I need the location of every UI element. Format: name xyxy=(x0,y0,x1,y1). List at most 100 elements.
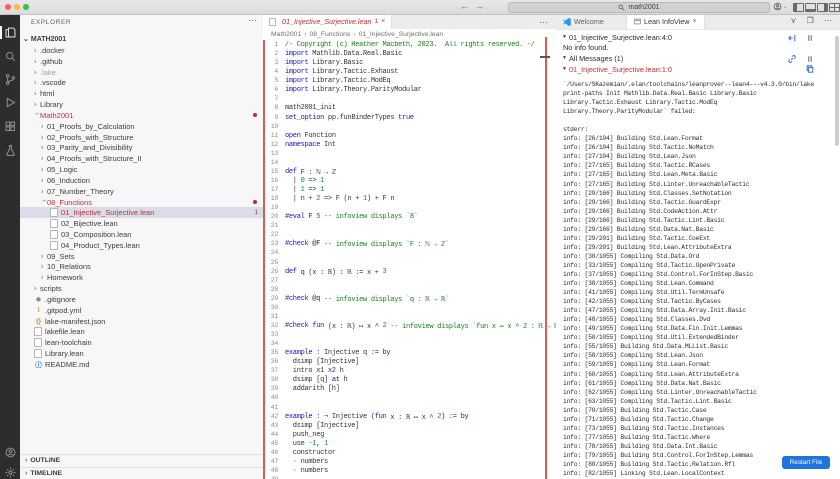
code-line[interactable]: 4import Library.Tactic.Exhaust xyxy=(263,68,556,77)
code-line[interactable]: 45 use -1, 1 xyxy=(263,440,556,449)
infoview-section-header[interactable]: ▼01_Injective_Surjective.lean:4:0 xyxy=(556,32,840,43)
code-line[interactable]: 46 constructor xyxy=(263,449,556,458)
code-line[interactable]: 31 xyxy=(263,313,556,322)
breadcrumb-item[interactable]: 01_Injective_Surjective.lean xyxy=(359,31,444,38)
maximize-window-button[interactable] xyxy=(23,4,29,10)
tree-folder-scripts[interactable]: ›scripts xyxy=(20,283,263,294)
restart-file-button[interactable]: Restart File xyxy=(782,456,830,469)
code-line[interactable]: 25 xyxy=(263,259,556,268)
code-line[interactable]: 16 | 0 => 1 xyxy=(263,177,556,186)
tree-file-lean-toolchain[interactable]: lean-toolchain xyxy=(20,337,263,348)
infoview-section-header[interactable]: ▼01_Injective_Surjective.lean:1:0 xyxy=(556,64,840,75)
code-line[interactable]: 35example : Injective q := by xyxy=(263,349,556,358)
code-line[interactable]: 33 xyxy=(263,331,556,340)
search-icon[interactable] xyxy=(4,50,17,63)
toggle-primary-sidebar-icon[interactable] xyxy=(793,3,804,12)
code-line[interactable]: 23#check @F -- infoview displays `F : ℕ … xyxy=(263,240,556,249)
code-line[interactable]: 36 dsimp [Injective] xyxy=(263,358,556,367)
code-line[interactable]: 21 xyxy=(263,222,556,231)
tree-file-04_product_types.lean[interactable]: 04_Product_Types.lean xyxy=(20,240,263,251)
tab-welcome[interactable]: Welcome xyxy=(556,14,611,29)
code-line[interactable]: 18 | n + 2 => F (n + 1) + F n xyxy=(263,195,556,204)
code-line[interactable]: 7 xyxy=(263,95,556,104)
code-line[interactable]: 6import Library.Theory.ParityModular xyxy=(263,86,556,95)
code-line[interactable]: 10 xyxy=(263,123,556,132)
copy-icon[interactable] xyxy=(806,65,814,73)
breadcrumb[interactable]: Math2001›08_Functions›01_Injective_Surje… xyxy=(263,29,557,40)
explorer-more-actions-icon[interactable]: ··· xyxy=(248,15,257,25)
code-line[interactable]: 1/- Copyright (c) Heather Macbeth, 2023.… xyxy=(263,41,556,50)
tree-folder-.lake[interactable]: ›.lake xyxy=(20,67,263,78)
tab-injective-surjective[interactable]: 01_Injective_Surjective.lean 1 × xyxy=(263,14,392,29)
tree-file-.gitpod.yml[interactable]: !.gitpod.yml xyxy=(20,305,263,316)
code-line[interactable]: 22 xyxy=(263,231,556,240)
code-line[interactable]: 8math2001_init xyxy=(263,104,556,113)
account-icon[interactable] xyxy=(4,446,17,459)
tree-folder-.docker[interactable]: ›.docker xyxy=(20,45,263,56)
tree-folder-05_logic[interactable]: ›05_Logic xyxy=(20,164,263,175)
command-center-search[interactable]: math2001 xyxy=(508,2,770,13)
tree-folder-01_proofs_by_calculation[interactable]: ›01_Proofs_by_Calculation xyxy=(20,121,263,132)
code-line[interactable]: 20#eval F 5 -- infoview displays `8` xyxy=(263,213,556,222)
code-line[interactable]: 39 addarith [h] xyxy=(263,385,556,394)
code-line[interactable]: 3import Library.Basic xyxy=(263,59,556,68)
tree-folder-10_relations[interactable]: ›10_Relations xyxy=(20,262,263,273)
editor-more-actions-icon[interactable]: ··· xyxy=(539,17,548,27)
close-window-button[interactable] xyxy=(5,4,11,10)
tree-folder-.vscode[interactable]: ›.vscode xyxy=(20,77,263,88)
infoview-section-header[interactable]: ▼All Messages (1) xyxy=(556,53,840,64)
toggle-panel-icon[interactable] xyxy=(805,3,816,12)
code-line[interactable]: 38 dsimp [q] at h xyxy=(263,376,556,385)
pause-icon[interactable] xyxy=(806,55,814,63)
code-line[interactable]: 2import Mathlib.Data.Real.Basic xyxy=(263,50,556,59)
tree-folder-06_induction[interactable]: ›06_Induction xyxy=(20,175,263,186)
tree-file-02_bijective.lean[interactable]: 02_Bijective.lean xyxy=(20,218,263,229)
code-line[interactable]: 41 xyxy=(263,404,556,413)
code-line[interactable]: 32#check fun (x : ℝ) ↦ x ^ 2 -- infoview… xyxy=(263,322,556,331)
run-and-debug-icon[interactable] xyxy=(4,96,17,109)
accounts-icon[interactable]: ⌄ xyxy=(773,2,787,11)
panel-scrollbar[interactable] xyxy=(835,36,839,146)
code-line[interactable]: 34 xyxy=(263,340,556,349)
tree-folder-library[interactable]: ›Library xyxy=(20,99,263,110)
code-line[interactable]: 13 xyxy=(263,150,556,159)
tree-file-readme.md[interactable]: ⓘREADME.md xyxy=(20,359,263,370)
pause-icon[interactable] xyxy=(806,34,814,42)
tree-folder-09_sets[interactable]: ›09_Sets xyxy=(20,251,263,262)
breadcrumb-item[interactable]: 08_Functions xyxy=(310,31,351,38)
customize-layout-icon[interactable] xyxy=(829,3,840,12)
settings-gear-icon[interactable] xyxy=(4,466,17,479)
minimize-window-button[interactable] xyxy=(14,4,20,10)
tree-file-03_composition.lean[interactable]: 03_Composition.lean xyxy=(20,229,263,240)
tree-folder-02_proofs_with_structure[interactable]: ›02_Proofs_with_Structure xyxy=(20,132,263,143)
explorer-icon[interactable] xyxy=(4,26,17,39)
outline-section[interactable]: › OUTLINE xyxy=(20,454,263,467)
code-line[interactable]: 26def q (x : ℝ) : ℝ := x + 3 xyxy=(263,268,556,277)
code-line[interactable]: 44 push_neg xyxy=(263,431,556,440)
toggle-secondary-sidebar-icon[interactable] xyxy=(817,3,828,12)
tree-folder-07_number_theory[interactable]: ›07_Number_Theory xyxy=(20,186,263,197)
tree-file-01_injective_surjective.lean[interactable]: 01_Injective_Surjective.lean1 xyxy=(20,207,263,218)
panel-actions-icons[interactable]: ⋎ ❐ ⋯ xyxy=(791,16,836,25)
tree-folder-html[interactable]: ›html xyxy=(20,88,263,99)
code-editor[interactable]: 1/- Copyright (c) Heather Macbeth, 2023.… xyxy=(263,41,556,479)
code-line[interactable]: 48 · numbers xyxy=(263,467,556,476)
close-tab-icon[interactable]: × xyxy=(692,18,696,25)
breadcrumb-item[interactable]: Math2001 xyxy=(271,31,301,38)
code-line[interactable]: 30 xyxy=(263,304,556,313)
source-control-icon[interactable] xyxy=(4,73,17,86)
tree-file-library.lean[interactable]: Library.lean xyxy=(20,348,263,359)
code-line[interactable]: 43 dsimp [Injective] xyxy=(263,422,556,431)
tree-folder-.github[interactable]: ›.github xyxy=(20,56,263,67)
code-line[interactable]: 15def F : ℕ → ℤ xyxy=(263,168,556,177)
tree-folder-math2001[interactable]: ›Math2001 xyxy=(20,110,263,121)
code-line[interactable]: 12namespace Int xyxy=(263,141,556,150)
history-nav-arrows[interactable]: ←→ xyxy=(460,1,490,11)
workspace-root-item[interactable]: ⌄ MATH2001 xyxy=(20,33,263,45)
code-line[interactable]: 29#check @q -- infoview displays `q : ℝ … xyxy=(263,295,556,304)
code-line[interactable]: 40 xyxy=(263,394,556,403)
build-log-output[interactable]: `/Users/SKazemian/.elan/toolchains/leanp… xyxy=(563,80,814,478)
code-line[interactable]: 11open Function xyxy=(263,132,556,141)
tree-folder-04_proofs_with_structure_ii[interactable]: ›04_Proofs_with_Structure_II xyxy=(20,153,263,164)
code-line[interactable]: 28 xyxy=(263,286,556,295)
